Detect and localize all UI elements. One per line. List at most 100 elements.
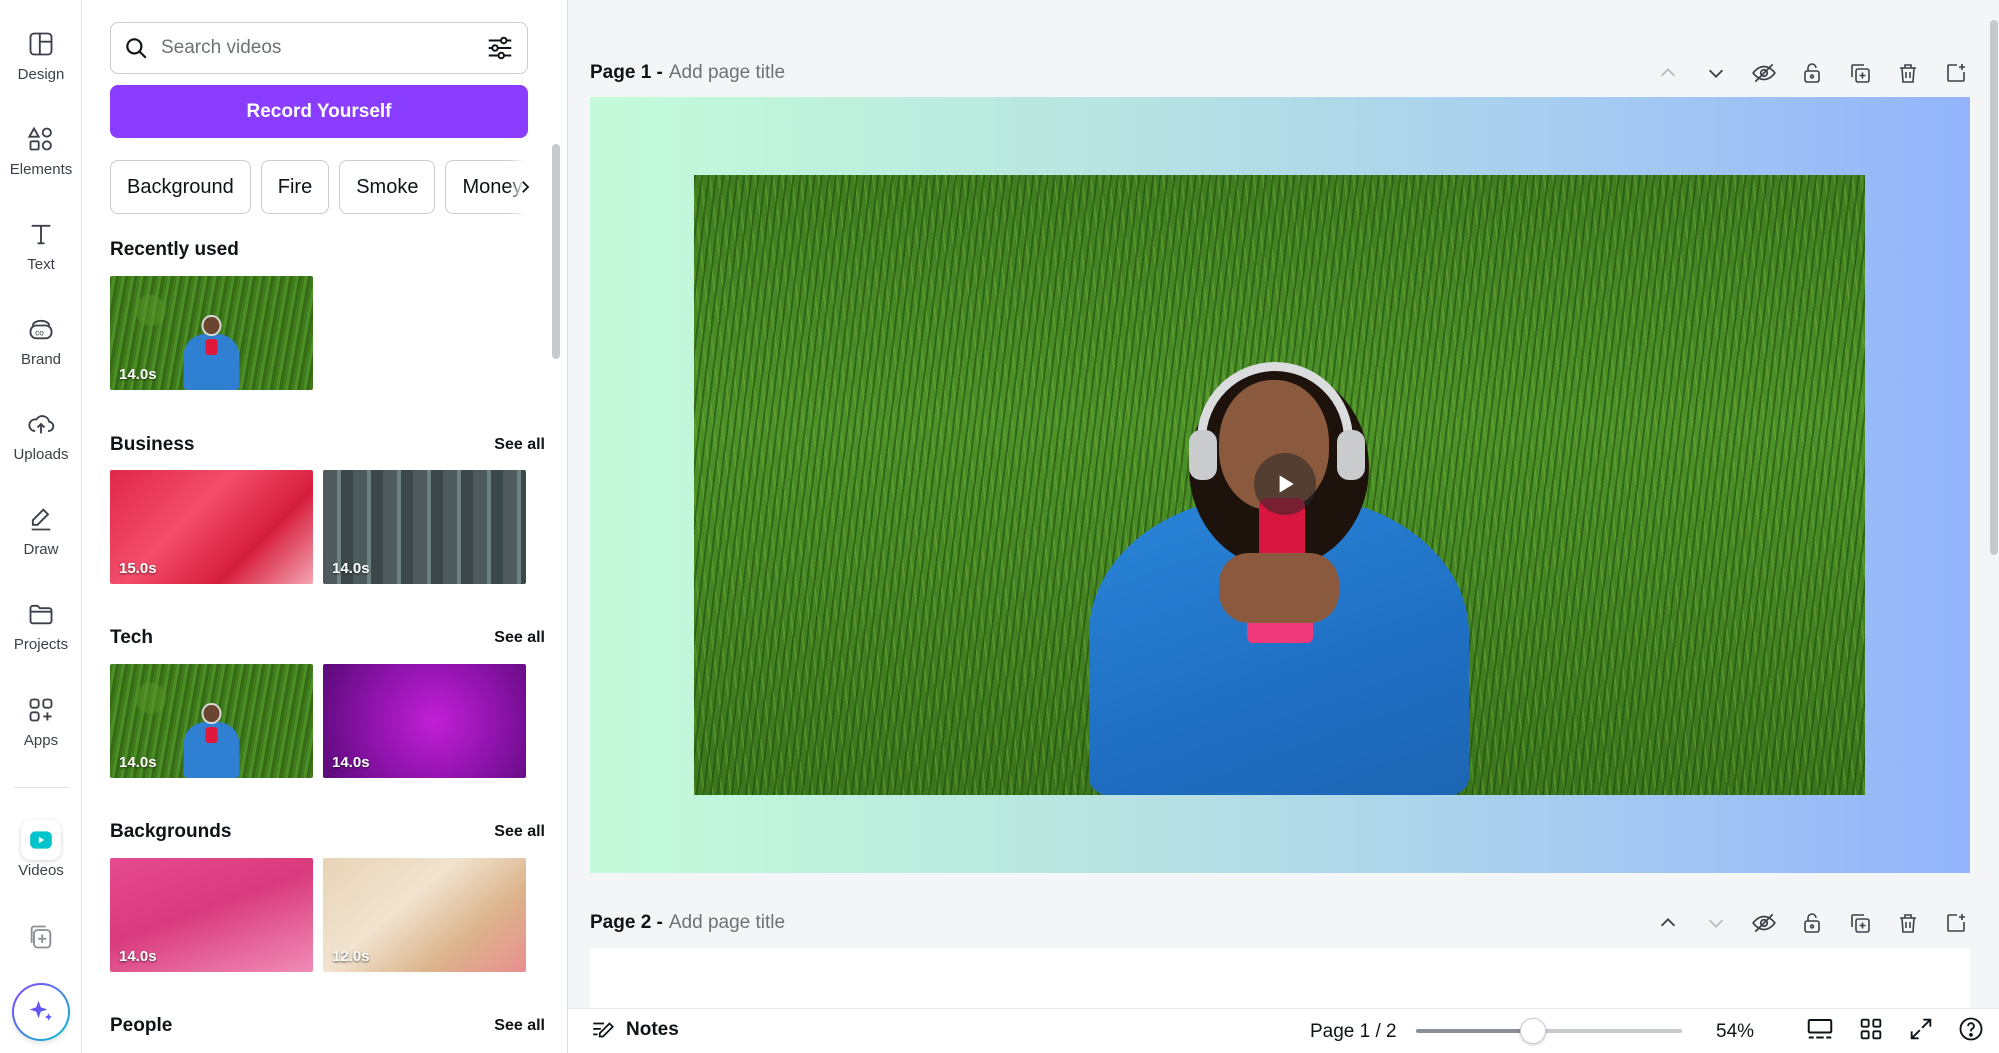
page-indicator[interactable]: Page 1 / 2 — [1310, 1021, 1397, 1043]
duration-label: 14.0s — [332, 754, 370, 771]
duplicate-page-button[interactable] — [1846, 59, 1874, 87]
video-thumbnail[interactable]: 14.0s — [110, 664, 313, 778]
chip-fire[interactable]: Fire — [260, 160, 330, 214]
delete-page-button[interactable] — [1894, 59, 1922, 87]
section-title-business: Business — [110, 434, 195, 455]
page-title-input[interactable]: Add page title — [669, 912, 785, 934]
notes-label: Notes — [626, 1019, 679, 1040]
see-all-business-link[interactable]: See all — [494, 436, 545, 454]
help-icon — [1959, 1017, 1983, 1041]
page-1-canvas[interactable] — [590, 97, 1970, 873]
notes-pencil-icon — [593, 1022, 614, 1038]
trash-icon — [1900, 64, 1916, 83]
zoom-level[interactable]: 54% — [1716, 1021, 1754, 1043]
play-video-icon — [21, 820, 61, 860]
video-thumbnail[interactable]: 14.0s — [323, 664, 526, 778]
panel-scrollbar[interactable] — [552, 144, 560, 359]
rail-item-brand[interactable]: co Brand — [0, 295, 82, 381]
play-icon — [1279, 475, 1294, 493]
rail-item-uploads[interactable]: Uploads — [0, 390, 82, 476]
rail-item-videos[interactable]: Videos — [0, 806, 82, 892]
chip-background[interactable]: Background — [110, 160, 251, 214]
eye-off-icon — [1752, 913, 1776, 933]
rail-label: Brand — [20, 351, 62, 368]
see-all-tech-link[interactable]: See all — [494, 629, 545, 647]
page-label: Page 1 - — [590, 62, 663, 83]
page-toolbar — [1654, 903, 1970, 943]
page-1-header: Page 1 - Add page title — [590, 53, 1970, 93]
hide-page-button[interactable] — [1750, 59, 1778, 87]
view-controls — [1805, 1015, 1985, 1050]
page-thumbnails-button[interactable] — [1805, 1015, 1835, 1050]
video-thumbnail[interactable]: 14.0s — [110, 276, 313, 390]
layout-icon — [21, 24, 61, 64]
filter-sliders-icon[interactable] — [485, 33, 515, 63]
rail-item-more[interactable] — [0, 905, 82, 955]
cloud-upload-icon — [21, 404, 61, 444]
duration-label: 15.0s — [119, 560, 157, 577]
video-thumbnail[interactable]: 12.0s — [323, 858, 526, 972]
zoom-slider-handle[interactable] — [1520, 1018, 1547, 1044]
rail-item-apps[interactable]: Apps — [0, 676, 82, 762]
chips-scroll-right-button[interactable] — [508, 160, 542, 214]
move-page-down-button[interactable] — [1702, 59, 1730, 87]
chevron-up-icon — [1660, 68, 1676, 77]
video-element[interactable] — [694, 175, 1865, 795]
zoom-slider[interactable] — [1416, 1018, 1682, 1044]
duplicate-icon — [1851, 914, 1870, 933]
rail-item-draw[interactable]: Draw — [0, 485, 82, 571]
text-icon — [21, 214, 61, 254]
rail-label: Text — [27, 256, 55, 273]
see-all-people-link[interactable]: See all — [494, 1017, 545, 1035]
rail-divider — [14, 787, 68, 788]
video-thumbnail[interactable]: 14.0s — [110, 858, 313, 972]
video-thumbnail[interactable]: 15.0s — [110, 470, 313, 584]
rail-item-projects[interactable]: Projects — [0, 580, 82, 666]
duration-label: 14.0s — [119, 366, 157, 383]
add-page-button[interactable] — [1942, 909, 1970, 937]
notes-button[interactable]: Notes — [590, 1017, 679, 1043]
rail-item-text[interactable]: Text — [0, 200, 82, 286]
page-title-input[interactable]: Add page title — [669, 62, 785, 84]
delete-page-button[interactable] — [1894, 909, 1922, 937]
move-page-up-button[interactable] — [1654, 909, 1682, 937]
magic-assistant-button[interactable] — [12, 983, 70, 1041]
brand-icon: co — [21, 309, 61, 349]
fullscreen-button[interactable] — [1907, 1015, 1935, 1050]
rail-label: Videos — [18, 862, 64, 879]
svg-text:co: co — [35, 328, 44, 337]
trash-icon — [1900, 914, 1916, 933]
move-page-up-button[interactable] — [1654, 59, 1682, 87]
see-all-backgrounds-link[interactable]: See all — [494, 823, 545, 841]
bottom-bar: Notes Page 1 / 2 54% — [568, 1008, 1999, 1053]
add-page-button[interactable] — [1942, 59, 1970, 87]
play-video-button[interactable] — [1254, 453, 1316, 515]
thumbnail-image — [177, 314, 246, 390]
sparkle-icon — [29, 1000, 53, 1021]
rail-item-elements[interactable]: Elements — [0, 105, 82, 191]
section-title-backgrounds: Backgrounds — [110, 821, 232, 842]
page-2-canvas[interactable] — [590, 948, 1970, 1008]
chip-smoke[interactable]: Smoke — [339, 160, 436, 214]
workspace-scrollbar[interactable] — [1990, 20, 1998, 555]
hide-page-button[interactable] — [1750, 909, 1778, 937]
lock-page-button[interactable] — [1798, 59, 1826, 87]
move-page-down-button[interactable] — [1702, 909, 1730, 937]
category-chips: Background Fire Smoke Money — [110, 160, 528, 214]
rail-label: Design — [17, 66, 65, 83]
thumbnail-image — [177, 702, 246, 778]
grid-view-button[interactable] — [1857, 1015, 1885, 1050]
record-yourself-button[interactable]: Record Yourself — [110, 85, 528, 138]
rail-item-design[interactable]: Design — [0, 10, 82, 96]
section-title-people: People — [110, 1015, 173, 1036]
lock-page-button[interactable] — [1798, 909, 1826, 937]
left-rail: Design Elements Text co Brand Uploads Dr… — [0, 0, 82, 1053]
duplicate-page-button[interactable] — [1846, 909, 1874, 937]
lock-icon — [1804, 63, 1820, 83]
help-button[interactable] — [1957, 1015, 1985, 1050]
eye-off-icon — [1752, 63, 1776, 83]
chevron-down-icon — [1708, 919, 1724, 928]
search-input[interactable] — [161, 37, 485, 59]
chevron-up-icon — [1660, 918, 1676, 927]
video-thumbnail[interactable]: 14.0s — [323, 470, 526, 584]
